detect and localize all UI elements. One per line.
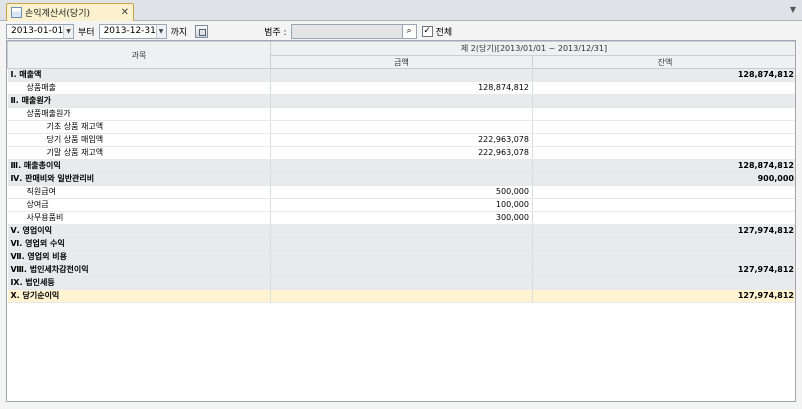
row-amount-cell[interactable] xyxy=(270,250,533,264)
row-item-cell[interactable]: 직원급여 xyxy=(7,185,271,199)
row-item-cell[interactable]: Ⅴ. 영업이익 xyxy=(7,224,271,238)
row-item-cell[interactable]: Ⅶ. 영업외 비용 xyxy=(7,250,271,264)
category-label: 범주 : xyxy=(264,27,287,38)
row-amount-cell[interactable]: 100,000 xyxy=(270,198,533,212)
to-label: 까지 xyxy=(170,27,188,38)
table-row[interactable]: Ⅸ. 법인세등 xyxy=(7,276,795,290)
row-amount-cell[interactable] xyxy=(270,107,533,121)
row-item-cell[interactable]: Ⅹ. 당기순이익 xyxy=(7,289,271,303)
column-header-period: 제 2(당기)[2013/01/01 ~ 2013/12/31] xyxy=(270,41,795,56)
table-row[interactable]: Ⅶ. 영업외 비용 xyxy=(7,250,795,264)
row-balance-cell[interactable] xyxy=(532,276,795,290)
row-item-cell[interactable]: Ⅰ. 매출액 xyxy=(7,68,271,82)
table-row[interactable]: Ⅲ. 매출총이익 128,874,812 xyxy=(7,159,795,173)
row-balance-cell[interactable] xyxy=(532,133,795,147)
table-row[interactable]: Ⅱ. 매출원가 xyxy=(7,94,795,108)
table-row[interactable]: 상여금 100,000 xyxy=(7,198,795,212)
all-checkbox[interactable]: ✓ xyxy=(421,25,433,37)
row-amount-cell[interactable]: 128,874,812 xyxy=(270,81,533,95)
table-row[interactable]: 기말 상품 재고액 222,963,078 xyxy=(7,146,795,160)
column-header-balance[interactable]: 잔액 xyxy=(532,55,795,69)
row-balance-cell[interactable] xyxy=(532,146,795,160)
row-balance-cell[interactable]: 127,974,812 xyxy=(532,263,795,277)
from-label: 부터 xyxy=(78,27,95,38)
table-row[interactable]: 상품매출원가 xyxy=(7,107,795,121)
row-balance-cell[interactable] xyxy=(532,198,795,212)
row-balance-cell[interactable] xyxy=(532,211,795,225)
end-date-value[interactable]: 2013-12-31 xyxy=(100,25,156,38)
calendar-button[interactable] xyxy=(195,24,209,38)
filter-toolbar: 2013-01-01 ▼ 부터 2013-12-31 ▼ 까지 범주 : ⌕ ✓… xyxy=(0,21,802,41)
table-row[interactable]: 기초 상품 재고액 xyxy=(7,120,795,134)
document-icon xyxy=(11,7,22,18)
row-amount-cell[interactable] xyxy=(270,276,533,290)
row-item-cell[interactable]: Ⅸ. 법인세등 xyxy=(7,276,271,290)
row-amount-cell[interactable] xyxy=(270,237,533,251)
row-balance-cell[interactable] xyxy=(532,120,795,134)
row-balance-cell[interactable]: 127,974,812 xyxy=(532,289,795,303)
row-amount-cell[interactable]: 500,000 xyxy=(270,185,533,199)
row-balance-cell[interactable] xyxy=(532,107,795,121)
row-item-cell[interactable]: Ⅳ. 판매비와 일반관리비 xyxy=(7,172,271,186)
row-amount-cell[interactable] xyxy=(270,159,533,173)
row-item-cell[interactable]: 당기 상품 매입액 xyxy=(7,133,271,147)
category-input[interactable] xyxy=(290,23,403,39)
row-balance-cell[interactable] xyxy=(532,94,795,108)
row-balance-cell[interactable] xyxy=(532,81,795,95)
row-item-cell[interactable]: 사무용품비 xyxy=(7,211,271,225)
tab-title: 손익계산서(당기) xyxy=(25,9,90,19)
table-row[interactable]: Ⅰ. 매출액 128,874,812 xyxy=(7,68,795,82)
all-checkbox-label: 전체 xyxy=(435,27,453,38)
row-balance-cell[interactable] xyxy=(532,250,795,264)
row-amount-cell[interactable]: 300,000 xyxy=(270,211,533,225)
column-header-amount[interactable]: 금액 xyxy=(270,55,533,69)
chevron-down-icon[interactable]: ▼ xyxy=(63,24,73,38)
table-row[interactable]: 직원급여 500,000 xyxy=(7,185,795,199)
column-header-item[interactable]: 과목 xyxy=(7,41,271,69)
income-statement-grid: 과목 제 2(당기)[2013/01/01 ~ 2013/12/31] 금액 잔… xyxy=(6,40,796,402)
row-item-cell[interactable]: 기말 상품 재고액 xyxy=(7,146,271,160)
row-item-cell[interactable]: Ⅱ. 매출원가 xyxy=(7,94,271,108)
row-balance-cell[interactable] xyxy=(532,185,795,199)
search-icon[interactable]: ⌕ xyxy=(402,23,417,39)
row-amount-cell[interactable] xyxy=(270,94,533,108)
row-balance-cell[interactable]: 128,874,812 xyxy=(532,68,795,82)
row-amount-cell[interactable] xyxy=(270,172,533,186)
table-row[interactable]: 당기 상품 매입액 222,963,078 xyxy=(7,133,795,147)
start-date-value[interactable]: 2013-01-01 xyxy=(7,25,63,38)
table-row[interactable]: 사무용품비 300,000 xyxy=(7,211,795,225)
table-row[interactable]: Ⅵ. 영업외 수익 xyxy=(7,237,795,251)
row-item-cell[interactable]: 상여금 xyxy=(7,198,271,212)
chevron-down-icon[interactable]: ▼ xyxy=(155,24,166,38)
tab-income-statement[interactable]: 손익계산서(당기) ✕ xyxy=(6,3,134,21)
row-amount-cell[interactable] xyxy=(270,120,533,134)
row-item-cell[interactable]: Ⅲ. 매출총이익 xyxy=(7,159,271,173)
row-item-cell[interactable]: 기초 상품 재고액 xyxy=(7,120,271,134)
table-row[interactable]: Ⅹ. 당기순이익 127,974,812 xyxy=(7,289,795,303)
start-date-picker[interactable]: 2013-01-01 ▼ xyxy=(6,23,74,39)
row-amount-cell[interactable] xyxy=(270,224,533,238)
grid-body: Ⅰ. 매출액 128,874,812 상품매출 128,874,812 Ⅱ. 매출원가 상… xyxy=(7,68,795,303)
row-amount-cell[interactable] xyxy=(270,263,533,277)
row-item-cell[interactable]: Ⅵ. 영업외 수익 xyxy=(7,237,271,251)
table-row[interactable]: Ⅴ. 영업이익 127,974,812 xyxy=(7,224,795,238)
row-item-cell[interactable]: Ⅷ. 법인세차감전이익 xyxy=(7,263,271,277)
table-row[interactable]: 상품매출 128,874,812 xyxy=(7,81,795,95)
row-amount-cell[interactable]: 222,963,078 xyxy=(270,146,533,160)
close-icon[interactable]: ✕ xyxy=(121,7,129,18)
table-row[interactable]: Ⅷ. 법인세차감전이익 127,974,812 xyxy=(7,263,795,277)
row-item-cell[interactable]: 상품매출원가 xyxy=(7,107,271,121)
row-balance-cell[interactable]: 128,874,812 xyxy=(532,159,795,173)
row-amount-cell[interactable] xyxy=(270,68,533,82)
row-item-cell[interactable]: 상품매출 xyxy=(7,81,271,95)
row-balance-cell[interactable] xyxy=(532,237,795,251)
table-row[interactable]: Ⅳ. 판매비와 일반관리비 900,000 xyxy=(7,172,795,186)
tab-menu-icon[interactable]: ▼ xyxy=(790,5,796,14)
row-balance-cell[interactable]: 900,000 xyxy=(532,172,795,186)
row-amount-cell[interactable]: 222,963,078 xyxy=(270,133,533,147)
row-balance-cell[interactable]: 127,974,812 xyxy=(532,224,795,238)
end-date-picker[interactable]: 2013-12-31 ▼ xyxy=(98,23,167,39)
row-amount-cell[interactable] xyxy=(270,289,533,303)
document-tab-strip: 손익계산서(당기) ✕ ▼ xyxy=(0,0,802,21)
